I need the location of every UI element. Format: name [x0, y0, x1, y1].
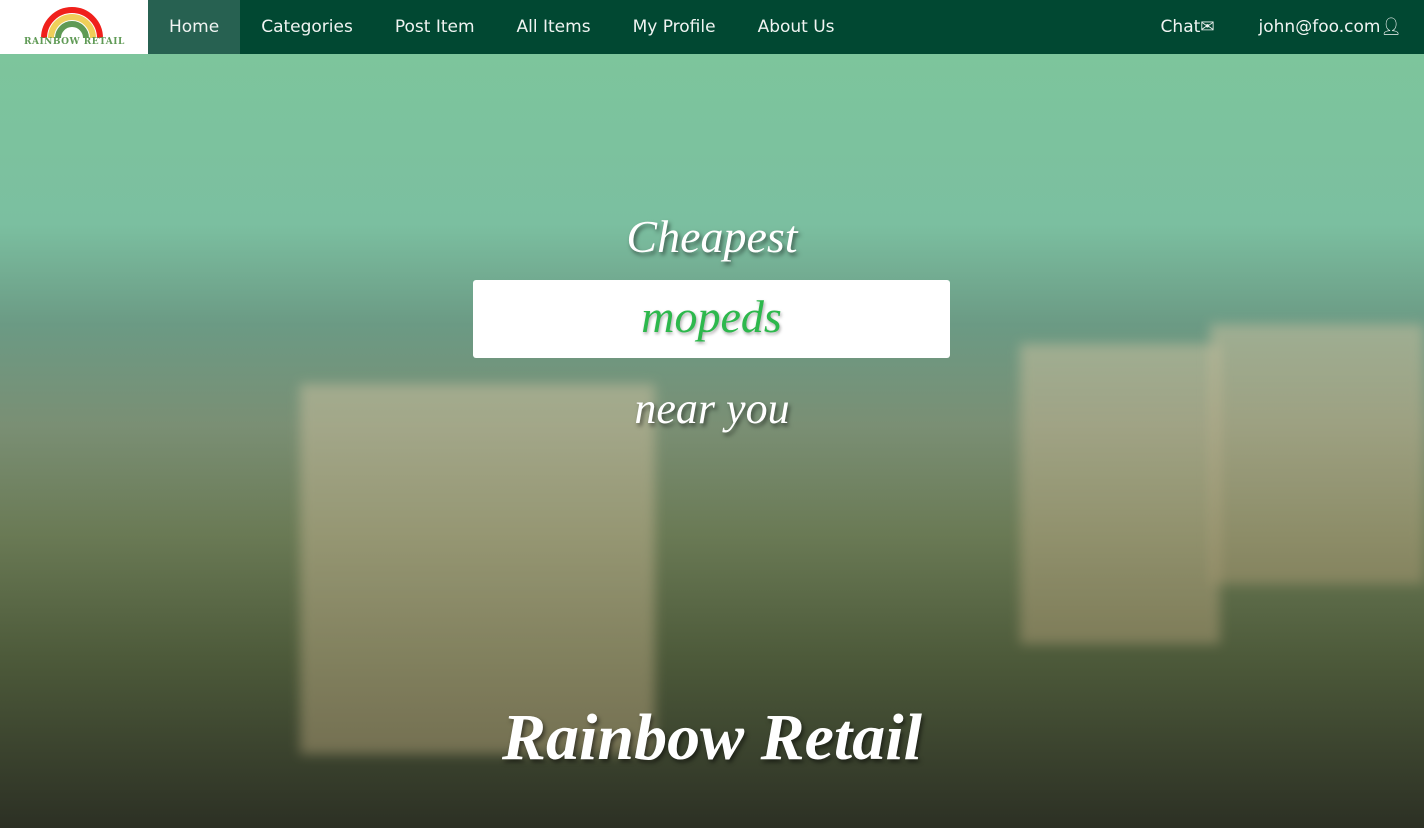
navbar: RAINBOW RETAIL Home Categories Post Item…: [0, 0, 1424, 54]
nav-post-item[interactable]: Post Item: [374, 0, 496, 54]
envelope-icon: ✉: [1200, 17, 1215, 37]
user-icon: 👤︎: [1380, 17, 1402, 37]
rainbow-logo-icon: [41, 7, 103, 39]
nav-categories[interactable]: Categories: [240, 0, 374, 54]
nav-home[interactable]: Home: [148, 0, 241, 54]
rotating-word: mopeds: [641, 291, 782, 342]
building-image: [300, 384, 655, 754]
rotating-word-box: mopeds: [473, 280, 950, 358]
nav-about-us[interactable]: About Us: [737, 0, 856, 54]
hero-title: Rainbow Retail: [502, 701, 922, 774]
hero-line-1: Cheapest: [626, 211, 798, 262]
logo-text: RAINBOW RETAIL: [24, 37, 125, 47]
chat-label: Chat: [1160, 17, 1201, 37]
building-image: [1210, 324, 1424, 584]
nav-my-profile[interactable]: My Profile: [612, 0, 737, 54]
nav-all-items[interactable]: All Items: [496, 0, 612, 54]
logo[interactable]: RAINBOW RETAIL: [0, 0, 148, 54]
hero-line-2: near you: [634, 384, 790, 433]
nav-user[interactable]: john@foo.com 👤︎: [1237, 0, 1424, 54]
nav-chat[interactable]: Chat ✉: [1139, 0, 1237, 54]
user-email: john@foo.com: [1258, 17, 1381, 37]
